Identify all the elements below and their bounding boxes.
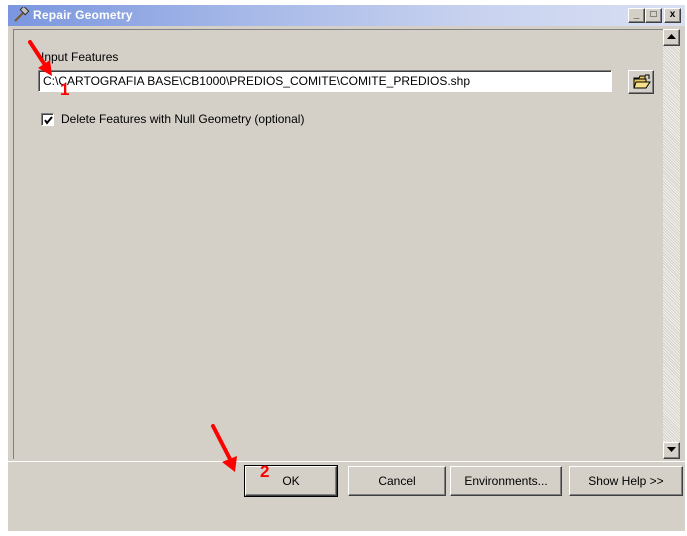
close-button[interactable]: x	[664, 8, 681, 23]
maximize-icon: □	[650, 9, 657, 20]
input-features-field[interactable]	[38, 70, 612, 92]
window-title: Repair Geometry	[33, 8, 133, 22]
input-features-label: Input Features	[41, 50, 119, 64]
minimize-button[interactable]: _	[628, 8, 645, 23]
repair-geometry-dialog: Repair Geometry _ □ x Input Features C:\…	[8, 5, 685, 531]
environments-button[interactable]: Environments...	[450, 466, 562, 496]
delete-null-checkbox[interactable]	[41, 113, 54, 126]
checkmark-icon	[44, 116, 53, 125]
scroll-down-button[interactable]	[663, 442, 680, 459]
button-bar: OK Cancel Environments... Show Help >>	[8, 461, 685, 531]
parameters-panel: Input Features Delete Features with Null…	[13, 29, 663, 459]
maximize-button[interactable]: □	[645, 8, 662, 23]
step-marker-2: 2	[260, 462, 270, 481]
step-marker-1: 1	[60, 80, 70, 99]
browse-button[interactable]	[628, 70, 654, 94]
close-icon: x	[669, 9, 676, 20]
minimize-icon: _	[633, 9, 640, 20]
ok-button[interactable]: OK	[244, 465, 338, 497]
arrow-up-icon	[667, 34, 676, 39]
title-bar[interactable]: Repair Geometry _ □ x	[8, 5, 685, 26]
cancel-button[interactable]: Cancel	[348, 466, 446, 496]
show-help-button[interactable]: Show Help >>	[569, 466, 683, 496]
hammer-icon	[12, 5, 30, 24]
arrow-down-icon	[667, 447, 676, 452]
vertical-scrollbar[interactable]	[663, 29, 680, 459]
scroll-up-button[interactable]	[663, 29, 680, 46]
delete-null-label: Delete Features with Null Geometry (opti…	[61, 112, 305, 126]
